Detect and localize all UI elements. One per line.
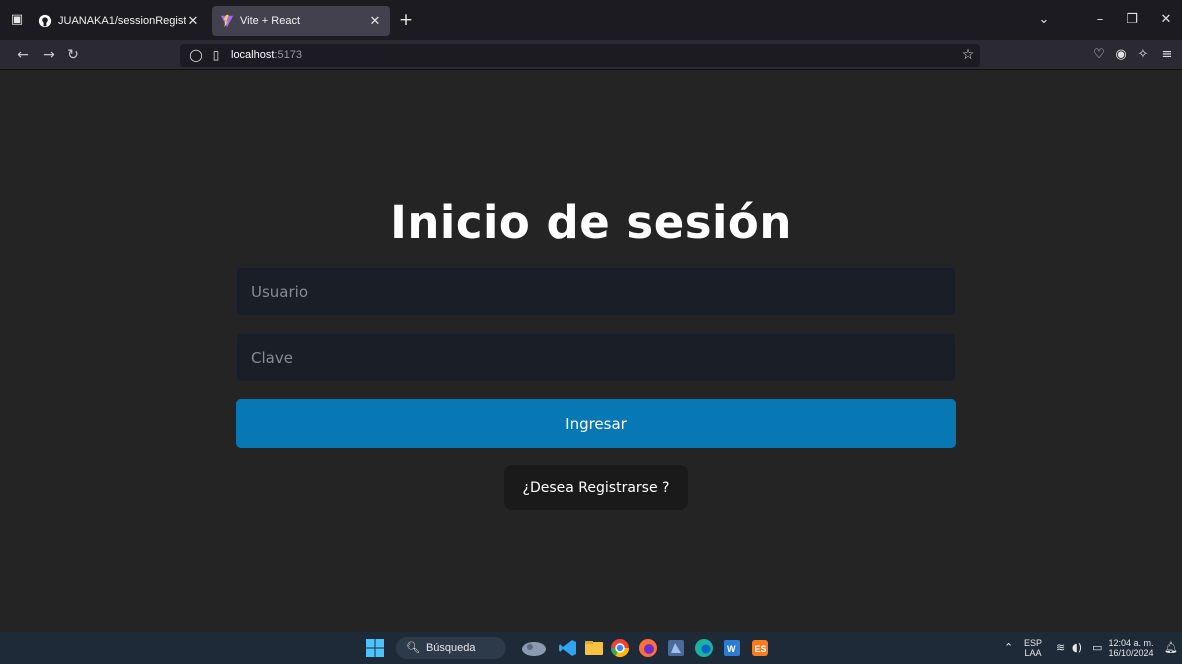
- language-code: ESP: [1023, 638, 1042, 648]
- tab-title: Vite + React: [240, 15, 301, 27]
- chrome-icon[interactable]: [610, 638, 630, 658]
- restore-icon[interactable]: ❐: [1122, 10, 1142, 30]
- tracking-protection-icon[interactable]: ◯: [188, 47, 204, 63]
- url-text: localhost:5173: [231, 49, 302, 61]
- url-port: :5173: [274, 49, 302, 61]
- volume-icon[interactable]: ◖): [1072, 641, 1082, 654]
- vscode-icon[interactable]: [558, 638, 578, 658]
- tab-vite-react[interactable]: Vite + React ✕: [212, 6, 390, 36]
- tab-title: JUANAKA1/sessionRegistro: [58, 15, 186, 27]
- back-icon[interactable]: ←: [14, 46, 32, 64]
- url-host: localhost: [231, 49, 275, 61]
- close-window-icon[interactable]: ✕: [1156, 10, 1176, 30]
- widgets-icon[interactable]: [520, 638, 548, 658]
- bookmark-star-icon[interactable]: ☆: [960, 47, 976, 63]
- battery-icon[interactable]: ▭: [1092, 641, 1102, 654]
- windows-start-icon[interactable]: [365, 638, 385, 658]
- clock[interactable]: 12:04 a. m. 16/10/2024: [1102, 638, 1160, 658]
- vite-icon: [220, 14, 234, 28]
- tab-list-icon[interactable]: ▣: [8, 11, 26, 29]
- svg-text:W: W: [727, 644, 736, 654]
- file-explorer-icon[interactable]: [584, 638, 604, 658]
- close-tab-icon[interactable]: ✕: [368, 13, 382, 29]
- github-icon: [38, 14, 52, 28]
- show-hidden-icons-icon[interactable]: ⌃: [1004, 641, 1013, 654]
- xampp-icon[interactable]: ES: [750, 638, 770, 658]
- windows-taskbar: 🔍︎ Búsqueda W ES ⌃ ESP LAA ≋ ◖) ▭ 12:04 a…: [0, 632, 1182, 664]
- page-title: Inicio de sesión: [390, 196, 792, 249]
- minimize-icon[interactable]: –: [1090, 10, 1110, 30]
- extensions-icon[interactable]: ✧: [1134, 46, 1152, 64]
- list-all-tabs-icon[interactable]: ⌄: [1034, 10, 1054, 30]
- clock-time: 12:04 a. m.: [1108, 638, 1154, 648]
- browser-tab-bar: ▣ JUANAKA1/sessionRegistro ✕ Vite + Reac…: [0, 0, 1182, 40]
- svg-text:ES: ES: [755, 644, 767, 654]
- register-button[interactable]: ¿Desea Registrarse ?: [504, 465, 688, 510]
- menu-icon[interactable]: ≡: [1158, 46, 1176, 64]
- language-indicator[interactable]: ESP LAA: [1020, 638, 1046, 658]
- keyboard-layout: LAA: [1024, 648, 1042, 658]
- word-icon[interactable]: W: [722, 638, 742, 658]
- browser-nav-bar: ← → ↻ ◯ ▯ localhost:5173 ☆ ♡ ◉ ✧ ≡: [0, 40, 1182, 70]
- wifi-icon[interactable]: ≋: [1056, 641, 1065, 654]
- password-input[interactable]: [236, 333, 956, 382]
- login-button[interactable]: Ingresar: [236, 399, 956, 448]
- taskbar-search[interactable]: 🔍︎ Búsqueda: [396, 637, 506, 659]
- clock-date: 16/10/2024: [1108, 648, 1154, 658]
- edge-icon[interactable]: [694, 638, 714, 658]
- username-input[interactable]: [236, 267, 956, 316]
- reload-icon[interactable]: ↻: [64, 46, 82, 64]
- page-info-icon[interactable]: ▯: [208, 47, 224, 63]
- pocket-icon[interactable]: ♡: [1090, 46, 1108, 64]
- tab-github[interactable]: JUANAKA1/sessionRegistro ✕: [30, 6, 208, 36]
- account-icon[interactable]: ◉: [1112, 46, 1130, 64]
- search-icon: 🔍︎: [406, 642, 420, 654]
- new-tab-icon[interactable]: +: [396, 10, 416, 30]
- close-tab-icon[interactable]: ✕: [186, 13, 200, 29]
- firefox-icon[interactable]: [638, 638, 658, 658]
- url-bar[interactable]: ◯ ▯ localhost:5173 ☆: [180, 44, 980, 67]
- notification-bell-icon[interactable]: 🔔︎: [1164, 641, 1178, 654]
- login-page: Inicio de sesión Ingresar ¿Desea Registr…: [0, 71, 1182, 632]
- search-label: Búsqueda: [425, 642, 476, 654]
- app-icon[interactable]: [666, 638, 686, 658]
- forward-icon[interactable]: →: [40, 46, 58, 64]
